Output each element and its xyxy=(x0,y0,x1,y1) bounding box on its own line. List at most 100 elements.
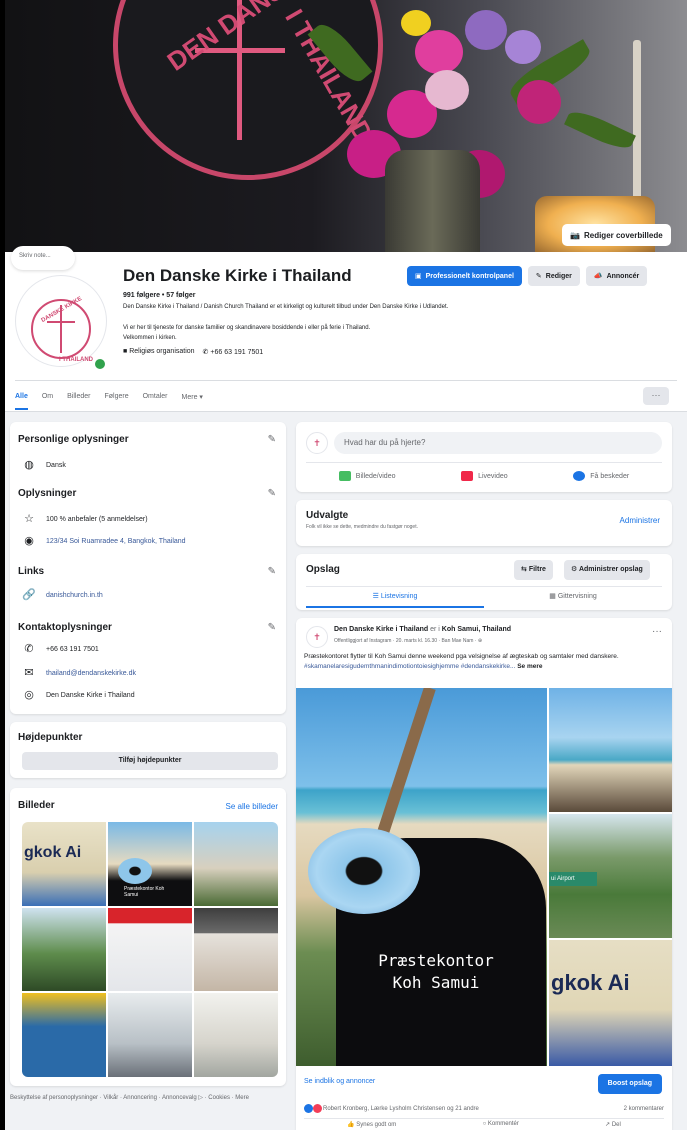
follower-stats[interactable]: 991 følgere • 57 følger xyxy=(123,292,195,299)
featured-subtitle: Folk vil ikke se dette, medmindre du fas… xyxy=(306,524,418,530)
advertise-button[interactable]: 📣 Annoncér xyxy=(585,266,648,286)
manage-posts-button[interactable]: ⚙ Administrer opslag xyxy=(564,560,650,580)
professional-dashboard-button[interactable]: ▣ Professionelt kontrolpanel xyxy=(407,266,522,286)
photo-tile[interactable] xyxy=(108,993,192,1077)
share-button[interactable]: ↗ Del xyxy=(605,1121,621,1130)
post-author-name[interactable]: Den Danske Kirke i Thailand xyxy=(334,626,428,633)
post-media[interactable]: Præstekontor Koh Samui ui Airport gkok A… xyxy=(296,688,672,1066)
photo-tile[interactable] xyxy=(194,993,278,1077)
share-label: Del xyxy=(611,1122,621,1128)
post-options-icon[interactable]: ··· xyxy=(652,626,662,637)
edit-cover-button[interactable]: 📷 Rediger coverbillede xyxy=(562,224,671,246)
language-label: Dansk xyxy=(46,461,66,469)
manage-posts-label: Administrer opslag xyxy=(578,566,643,573)
boost-post-button[interactable]: Boost opslag xyxy=(597,1074,662,1094)
pencil-icon[interactable]: ✎ xyxy=(268,622,276,633)
post-text: Præstekontoret flytter til Koh Samui den… xyxy=(304,652,664,672)
insights-link[interactable]: Se indblik og annoncer xyxy=(304,1078,375,1085)
language-icon: ◍ xyxy=(24,459,34,471)
app-window: DEN DANSKE I THAILAND 📷 Rediger coverbil… xyxy=(5,0,687,1130)
photo-tile[interactable]: Præstekontor Koh Samui xyxy=(108,822,192,906)
composer-input[interactable]: Hvad har du på hjerte? xyxy=(334,432,662,454)
view-tabs: ☰ Listevisning ▦ Gittervisning xyxy=(306,586,662,608)
pencil-icon[interactable]: ✎ xyxy=(268,488,276,499)
photo-tile[interactable] xyxy=(194,907,278,992)
orchid xyxy=(401,10,431,36)
image-caption: Præstekontor Koh Samui xyxy=(336,950,536,994)
dashboard-icon: ▣ xyxy=(415,273,422,280)
page-title: Den Danske Kirke i Thailand xyxy=(123,266,352,285)
location-pin-icon: ◉ xyxy=(24,535,34,547)
pencil-icon[interactable]: ✎ xyxy=(268,566,276,577)
tab-grid-view[interactable]: ▦ Gittervisning xyxy=(484,587,662,608)
photo-caption: Præstekontor Koh Samui xyxy=(124,886,165,898)
online-status-dot xyxy=(93,357,107,371)
avatar-text-2: I THAILAND xyxy=(59,357,93,363)
more-options-button[interactable]: ··· xyxy=(643,387,669,405)
post-author-avatar[interactable]: ✝ xyxy=(306,626,328,648)
phone: ✆ +66 63 191 7501 xyxy=(203,348,264,356)
tab-about[interactable]: Om xyxy=(42,393,53,400)
address-link[interactable]: 123/34 Soi Ruamradee 4, Bangkok, Thailan… xyxy=(46,538,186,545)
post-main-image[interactable]: Præstekontor Koh Samui xyxy=(296,688,547,1066)
post-author-line: Den Danske Kirke i Thailand er i Koh Sam… xyxy=(334,626,511,633)
edit-button[interactable]: ✎ Rediger xyxy=(527,266,580,286)
comment-button[interactable]: ○ Kommentér xyxy=(483,1121,519,1130)
tab-reviews[interactable]: Omtaler xyxy=(143,393,168,400)
post-image-3[interactable]: ui Airport xyxy=(549,814,672,938)
address-row: ◉ 123/34 Soi Ruamradee 4, Bangkok, Thaila… xyxy=(22,534,186,548)
highlights-title: Højdepunkter xyxy=(18,732,83,743)
filters-button[interactable]: ⇆ Filtre xyxy=(514,560,553,580)
ads-label: Annoncér xyxy=(606,272,640,280)
post-location[interactable]: Koh Samui, Thailand xyxy=(442,626,511,633)
contact-phone-label: +66 63 191 7501 xyxy=(46,645,99,653)
post-card: ✝ Den Danske Kirke i Thailand er i Koh S… xyxy=(296,618,672,1130)
profile-avatar[interactable]: DANSKE KIRKE I THAILAND xyxy=(16,276,107,371)
comment-label: Kommentér xyxy=(487,1121,519,1127)
tab-more[interactable]: Mere ▾ xyxy=(182,393,203,401)
email-link[interactable]: thailand@dendanskekirke.dk xyxy=(46,670,136,677)
post-image-2[interactable] xyxy=(549,688,672,812)
footer-links[interactable]: Beskyttelse af personoplysninger · Vilkå… xyxy=(10,1094,286,1103)
phone-icon: ✆ xyxy=(24,643,34,655)
note-bubble[interactable]: Skriv note... xyxy=(11,246,75,270)
caption-line-2: Koh Samui xyxy=(392,973,480,992)
orchid xyxy=(415,30,463,74)
add-highlights-button[interactable]: Tilføj højdepunkter xyxy=(22,752,278,770)
photo-tile[interactable] xyxy=(108,907,192,992)
header-actions: ▣ Professionelt kontrolpanel ✎ Rediger 📣… xyxy=(407,266,648,286)
post-hashtags[interactable]: #skamanelaresigudemthmanindimotiontoiesi… xyxy=(304,663,515,670)
photo-tile[interactable]: gkok Ai xyxy=(22,822,106,906)
tab-all[interactable]: Alle xyxy=(15,383,28,410)
photo-tile[interactable] xyxy=(194,822,278,906)
star-icon: ☆ xyxy=(24,513,34,525)
tab-photos[interactable]: Billeder xyxy=(67,393,90,400)
tab-followers[interactable]: Følgere xyxy=(104,393,128,400)
caption-line-1: Præstekontor xyxy=(378,951,494,970)
manage-featured-link[interactable]: Administrer xyxy=(620,516,660,525)
see-more-link[interactable]: Se mere xyxy=(517,663,542,670)
megaphone-icon: 📣 xyxy=(593,273,603,280)
links-title: Links xyxy=(18,566,45,577)
post-image-4[interactable]: gkok Ai xyxy=(549,940,672,1066)
photo-tile[interactable] xyxy=(22,993,106,1077)
website-link[interactable]: danishchurch.in.th xyxy=(46,592,103,599)
photo-video-button[interactable]: Billede/video xyxy=(338,470,396,481)
photo-tile[interactable] xyxy=(22,907,106,992)
blue-cap xyxy=(308,828,420,914)
reactions-summary[interactable]: Robert Kronberg, Lærke Lysholm Christens… xyxy=(304,1104,479,1113)
phone-icon: ✆ xyxy=(202,349,209,356)
like-button[interactable]: 👍 Synes godt om xyxy=(347,1121,396,1130)
recommend-row: ☆ 100 % anbefaler (5 anmeldelser) xyxy=(22,512,148,526)
photo-grid: gkok Ai Præstekontor Koh Samui xyxy=(22,822,278,1077)
photo-icon xyxy=(338,470,351,481)
website-row: 🔗 danishchurch.in.th xyxy=(22,588,103,602)
highlights-card: Højdepunkter Tilføj højdepunkter xyxy=(10,722,286,778)
cover-photo[interactable]: DEN DANSKE I THAILAND 📷 Rediger coverbil… xyxy=(5,0,687,252)
get-messages-button[interactable]: Få beskeder xyxy=(573,470,629,481)
comment-count[interactable]: 2 kommentarer xyxy=(624,1106,664,1112)
tab-list-view[interactable]: ☰ Listevisning xyxy=(306,587,484,608)
see-all-photos-link[interactable]: Se alle billeder xyxy=(226,802,278,811)
pencil-icon[interactable]: ✎ xyxy=(268,434,276,445)
live-video-button[interactable]: Livevideo xyxy=(461,470,508,481)
